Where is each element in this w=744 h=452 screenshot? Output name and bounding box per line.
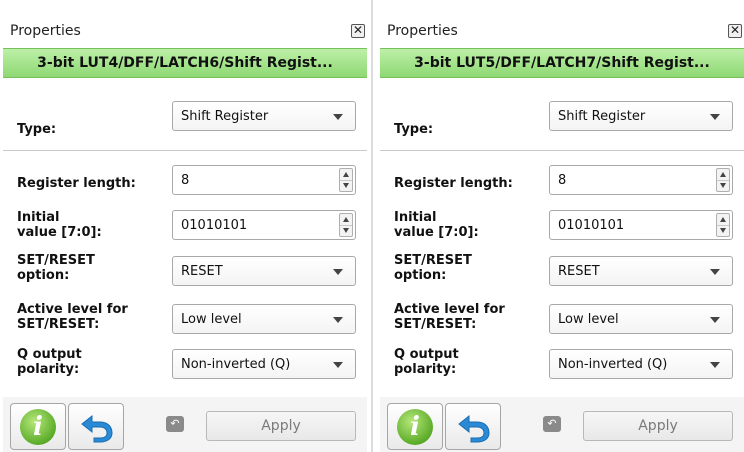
properties-panel-left: Properties ✕ 3-bit LUT4/DFF/LATCH6/Shift… [3, 0, 367, 452]
active-level-label-line1: Active level for [17, 302, 128, 317]
panel-titlebar: Properties ✕ [3, 0, 367, 46]
initial-value-label: Initial value [7:0]: [394, 210, 479, 240]
active-level-label-line1: Active level for [394, 302, 505, 317]
close-icon[interactable]: ✕ [728, 24, 742, 38]
register-length-label: Register length: [17, 176, 136, 191]
set-reset-label: SET/RESET option: [394, 253, 472, 283]
type-value: Shift Register [181, 109, 269, 124]
info-button[interactable]: i [10, 403, 66, 450]
initial-value-spinbox[interactable]: 01010101 [172, 210, 356, 240]
info-icon: i [20, 409, 56, 445]
set-reset-select[interactable]: RESET [172, 256, 356, 286]
chevron-down-icon [333, 317, 343, 323]
undo-icon [81, 414, 113, 443]
active-level-label-line2: SET/RESET: [17, 317, 100, 332]
set-reset-label-line2: option: [17, 268, 70, 283]
close-icon[interactable]: ✕ [351, 24, 365, 38]
chevron-down-icon [710, 317, 720, 323]
spinner-arrows-icon[interactable] [716, 168, 730, 192]
register-length-label: Register length: [394, 176, 513, 191]
small-undo-icon[interactable]: ↶ [166, 416, 184, 432]
q-polarity-select[interactable]: Non-inverted (Q) [172, 349, 356, 379]
q-polarity-value: Non-inverted (Q) [181, 357, 291, 372]
initial-value-spinbox[interactable]: 01010101 [549, 210, 733, 240]
q-polarity-value: Non-inverted (Q) [558, 357, 668, 372]
spinner-arrows-icon[interactable] [716, 213, 730, 237]
initial-value-label: Initial value [7:0]: [17, 210, 102, 240]
set-reset-label: SET/RESET option: [17, 253, 95, 283]
info-button[interactable]: i [387, 403, 443, 450]
chevron-down-icon [710, 362, 720, 368]
active-level-select[interactable]: Low level [549, 304, 733, 334]
q-polarity-label: Q output polarity: [394, 347, 459, 377]
set-reset-select[interactable]: RESET [549, 256, 733, 286]
register-length-value: 8 [558, 173, 567, 188]
q-polarity-label-line2: polarity: [17, 362, 80, 377]
type-select[interactable]: Shift Register [549, 101, 733, 131]
initial-value: 01010101 [558, 218, 625, 233]
register-length-spinbox[interactable]: 8 [172, 165, 356, 195]
set-reset-value: RESET [558, 264, 600, 279]
type-value: Shift Register [558, 109, 646, 124]
chevron-down-icon [710, 114, 720, 120]
initial-value-label-line1: Initial [17, 210, 60, 225]
initial-value-label-line2: value [7:0]: [17, 225, 102, 240]
spinner-arrows-icon[interactable] [339, 168, 353, 192]
type-label: Type: [394, 122, 434, 137]
set-reset-label-line1: SET/RESET [17, 253, 95, 268]
initial-value-label-line2: value [7:0]: [394, 225, 479, 240]
small-undo-icon[interactable]: ↶ [543, 416, 561, 432]
active-level-label: Active level for SET/RESET: [394, 302, 505, 332]
chevron-down-icon [333, 114, 343, 120]
active-level-value: Low level [181, 312, 242, 327]
undo-button[interactable] [445, 403, 501, 450]
section-separator [3, 150, 367, 151]
q-polarity-label-line2: polarity: [394, 362, 457, 377]
panel-title: Properties [387, 23, 458, 39]
initial-value: 01010101 [181, 218, 248, 233]
panel-divider [371, 0, 373, 452]
set-reset-value: RESET [181, 264, 223, 279]
active-level-select[interactable]: Low level [172, 304, 356, 334]
block-header: 3-bit LUT5/DFF/LATCH7/Shift Regist... [380, 48, 744, 78]
apply-button[interactable]: Apply [206, 411, 356, 441]
block-header: 3-bit LUT4/DFF/LATCH6/Shift Regist... [3, 48, 367, 78]
initial-value-label-line1: Initial [394, 210, 437, 225]
active-level-label: Active level for SET/RESET: [17, 302, 128, 332]
set-reset-label-line2: option: [394, 268, 447, 283]
panel-titlebar: Properties ✕ [380, 0, 744, 46]
undo-icon [458, 414, 490, 443]
chevron-down-icon [333, 362, 343, 368]
active-level-value: Low level [558, 312, 619, 327]
section-separator [380, 150, 744, 151]
panel-title: Properties [10, 23, 81, 39]
chevron-down-icon [333, 269, 343, 275]
apply-button[interactable]: Apply [583, 411, 733, 441]
active-level-label-line2: SET/RESET: [394, 317, 477, 332]
info-icon: i [397, 409, 433, 445]
chevron-down-icon [710, 269, 720, 275]
q-polarity-label-line1: Q output [17, 347, 82, 362]
properties-panel-right: Properties ✕ 3-bit LUT5/DFF/LATCH7/Shift… [380, 0, 744, 452]
register-length-spinbox[interactable]: 8 [549, 165, 733, 195]
q-polarity-label: Q output polarity: [17, 347, 82, 377]
undo-button[interactable] [68, 403, 124, 450]
spinner-arrows-icon[interactable] [339, 213, 353, 237]
q-polarity-select[interactable]: Non-inverted (Q) [549, 349, 733, 379]
type-select[interactable]: Shift Register [172, 101, 356, 131]
q-polarity-label-line1: Q output [394, 347, 459, 362]
set-reset-label-line1: SET/RESET [394, 253, 472, 268]
type-label: Type: [17, 122, 57, 137]
register-length-value: 8 [181, 173, 190, 188]
